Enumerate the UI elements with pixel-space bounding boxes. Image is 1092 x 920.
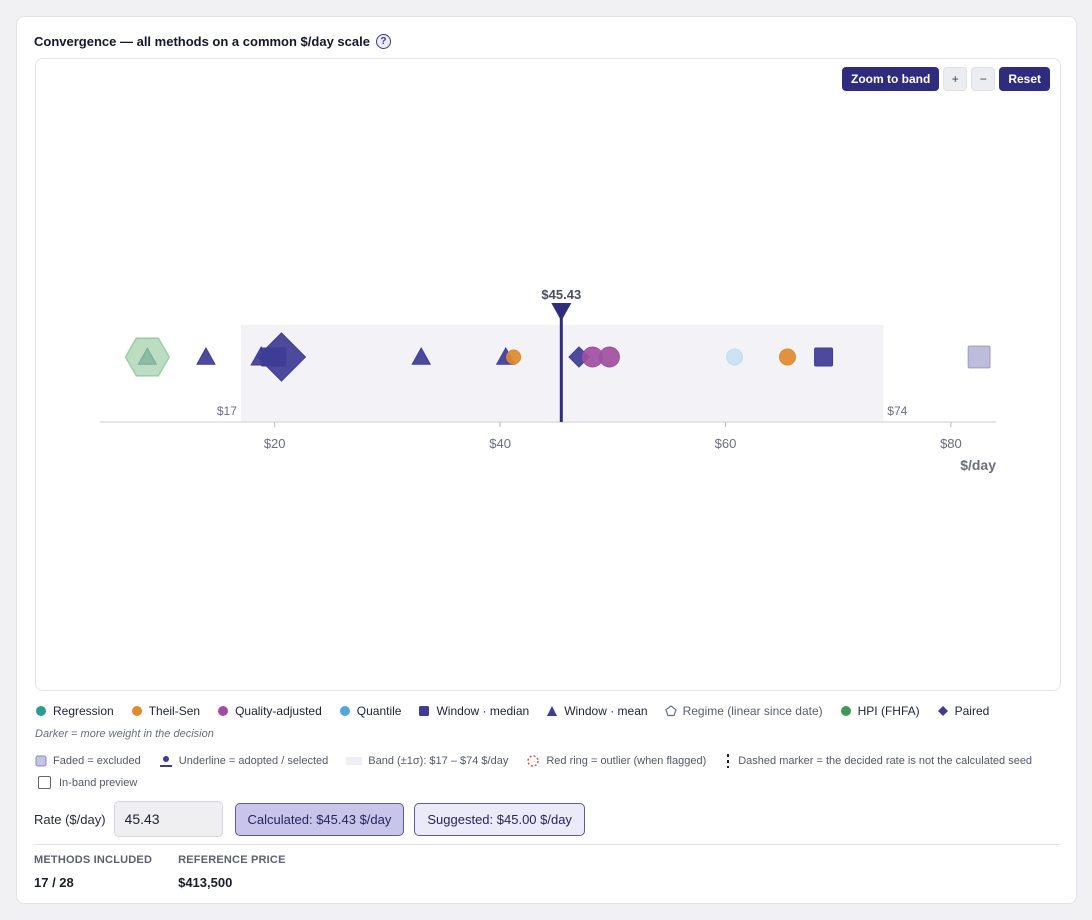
legend-underline: Underline = adopted / selected xyxy=(159,754,329,768)
legend-label: Regime (linear since date) xyxy=(682,704,823,718)
legend-faded-label: Faded = excluded xyxy=(53,755,141,767)
panel-title-text: Convergence — all methods on a common $/… xyxy=(34,34,370,49)
rate-label: Rate ($/day) xyxy=(34,811,106,827)
legend-item: Quality-adjusted xyxy=(217,704,322,718)
x-axis-label: $/day xyxy=(960,457,996,473)
help-icon[interactable]: ? xyxy=(375,34,391,49)
data-point-theil-sen xyxy=(778,348,796,366)
x-tick-label: $20 xyxy=(264,436,286,451)
x-tick-label: $80 xyxy=(940,436,962,451)
legend-label: Quality-adjusted xyxy=(235,704,322,718)
legend-item: Window · mean xyxy=(546,704,648,718)
decided-rate-label: $45.43 xyxy=(541,287,581,302)
data-point-window-mean xyxy=(196,346,216,365)
data-point-quality-adjusted xyxy=(598,346,620,368)
square-icon xyxy=(419,706,430,716)
legend-item: HPI (FHFA) xyxy=(840,704,920,718)
legend-item: Window · median xyxy=(418,704,529,718)
in-band-preview-label: In-band preview xyxy=(59,776,138,789)
legend-label: Quantile xyxy=(356,704,402,718)
band-swatch-icon xyxy=(346,757,363,765)
panel-title: Convergence — all methods on a common $/… xyxy=(34,34,391,49)
circle-icon xyxy=(339,706,350,716)
in-band-preview: In-band preview xyxy=(38,776,137,789)
x-tick-label: $60 xyxy=(715,436,737,451)
circle-icon xyxy=(840,706,851,716)
reference-price-value: $413,500 xyxy=(178,875,233,890)
convergence-card: Convergence — all methods on a common $/… xyxy=(16,16,1077,904)
red-ring-icon xyxy=(527,755,540,767)
legend-band-label: Band (±1σ): $17 – $74 $/day xyxy=(368,755,509,767)
rate-input[interactable] xyxy=(113,801,223,837)
data-point-theil-sen xyxy=(506,349,522,365)
in-band-preview-checkbox[interactable] xyxy=(38,776,51,789)
summary-stats: METHODS INCLUDED 17 / 28 REFERENCE PRICE… xyxy=(34,854,286,890)
circle-icon xyxy=(131,706,142,716)
legend-item: Regime (linear since date) xyxy=(664,704,823,718)
legend-redring-label: Red ring = outlier (when flagged) xyxy=(546,755,707,767)
circle-icon xyxy=(218,706,229,716)
legend-label: HPI (FHFA) xyxy=(857,704,920,718)
marker-legend: Faded = excluded Underline = adopted / s… xyxy=(35,754,1050,768)
reference-price-label: REFERENCE PRICE xyxy=(178,854,286,866)
legend-dashed-label: Dashed marker = the decided rate is not … xyxy=(738,755,1033,767)
rate-row: Rate ($/day) Calculated: $45.43 $/day Su… xyxy=(34,801,585,837)
legend-item: Regression xyxy=(35,704,114,718)
faded-swatch-icon xyxy=(35,755,47,767)
x-tick-label: $40 xyxy=(489,436,511,451)
suggested-chip[interactable]: Suggested: $45.00 $/day xyxy=(414,802,585,836)
convergence-plot: $17 $74 $20 $40 $60 $80 $/day $45.43 Zoom to ba… xyxy=(35,58,1061,691)
legend-item: Paired xyxy=(937,704,990,718)
data-point-window-median xyxy=(967,345,991,369)
methods-included-stat: METHODS INCLUDED 17 / 28 xyxy=(34,854,152,890)
calculated-chip[interactable]: Calculated: $45.43 $/day xyxy=(234,802,405,836)
zoom-controls: Zoom to band + − Reset xyxy=(841,67,1050,91)
legend-item: Theil-Sen xyxy=(131,704,200,718)
legend-band: Band (±1σ): $17 – $74 $/day xyxy=(346,755,508,767)
legend-label: Window · mean xyxy=(564,704,648,718)
legend-redring: Red ring = outlier (when flagged) xyxy=(526,754,706,768)
method-legend: Regression Theil-Sen Quality-adjusted Quant… xyxy=(35,704,1006,718)
legend-item: Quantile xyxy=(339,704,402,718)
methods-included-value: 17 / 28 xyxy=(34,875,74,890)
legend-underline-label: Underline = adopted / selected xyxy=(178,755,329,767)
zoom-out-button[interactable]: − xyxy=(971,67,996,91)
legend-faded: Faded = excluded xyxy=(35,755,141,767)
data-point-window-median xyxy=(814,347,834,367)
band-high-label: $74 xyxy=(887,404,907,418)
circle-icon xyxy=(36,706,46,716)
weight-note: Darker = more weight in the decision xyxy=(35,728,214,740)
reference-price-stat: REFERENCE PRICE $413,500 xyxy=(178,854,286,890)
diamond-icon xyxy=(937,706,948,716)
band-low-label: $17 xyxy=(217,404,237,418)
person-underline-icon xyxy=(159,756,172,767)
methods-included-label: METHODS INCLUDED xyxy=(34,854,153,866)
data-point-quantile xyxy=(726,348,744,366)
convergence-chart: $17 $74 $20 $40 $60 $80 $/day $45.43 xyxy=(100,287,996,473)
triangle-icon xyxy=(547,706,558,716)
zoom-to-band-button[interactable]: Zoom to band xyxy=(841,67,940,91)
reset-zoom-button[interactable]: Reset xyxy=(999,67,1050,91)
legend-label: Paired xyxy=(954,704,990,718)
legend-label: Regression xyxy=(53,704,114,718)
pentagon-icon xyxy=(664,705,677,717)
divider xyxy=(34,844,1061,845)
legend-label: Theil-Sen xyxy=(148,704,201,718)
zoom-in-button[interactable]: + xyxy=(943,67,968,91)
legend-label: Window · median xyxy=(436,704,530,718)
decided-rate-marker xyxy=(551,303,572,321)
legend-dashed: Dashed marker = the decided rate is not … xyxy=(724,754,1032,768)
dashed-marker-icon xyxy=(727,754,730,768)
